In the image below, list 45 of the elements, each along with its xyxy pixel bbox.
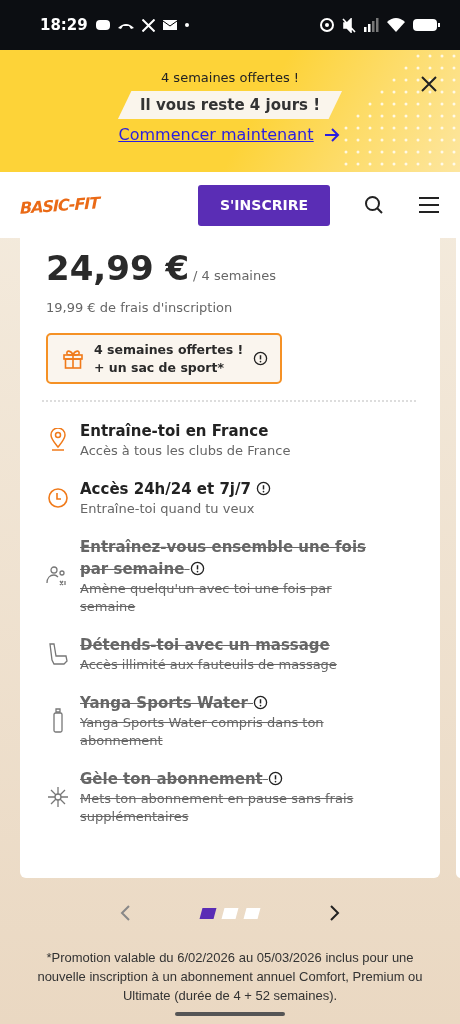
feature-description: Accès à tous les clubs de France [80, 442, 292, 460]
info-icon[interactable] [189, 561, 205, 576]
info-icon[interactable] [253, 695, 269, 710]
offer-extra: + un sac de sport* [94, 360, 226, 375]
signal-icon [364, 18, 379, 32]
gift-icon [62, 347, 84, 370]
menu-button[interactable] [418, 196, 440, 214]
promo-title: 4 semaines offertes ! [160, 70, 299, 85]
feature-description: Yanga Sports Water compris dans ton abonnement [80, 714, 325, 750]
feature-description: Entraîne-toi quand tu veux [80, 500, 256, 518]
feature-title: Entraînez-vous ensemble une fois par semaine [80, 537, 367, 580]
info-icon[interactable] [268, 771, 283, 786]
target-icon [320, 18, 334, 32]
start-now-link[interactable]: Commencer maintenant [118, 125, 342, 144]
feature-title: Gèle ton abonnement [80, 768, 370, 790]
status-time: 18:29 [40, 16, 88, 34]
signup-button[interactable]: S'INSCRIRE [198, 184, 330, 226]
previous-button[interactable] [119, 904, 131, 922]
mail-icon [162, 20, 177, 30]
logo[interactable]: BASIC-FIT [20, 192, 100, 218]
next-button[interactable] [329, 904, 341, 922]
promotion-footnote: *Promotion valable du 6/02/2026 au 05/03/2026 inclus pour une nouvelle inscription à un abonnement annuel Comfort, Premium ou Ultimate (durée de 4 + 52 semaines). [36, 949, 424, 1005]
x-icon [141, 18, 155, 32]
dot-icon [184, 23, 189, 27]
mute-icon [342, 17, 356, 33]
countdown-tag: Il vous reste 4 jours ! [117, 91, 343, 119]
feature-title: Accès 24h/24 et 7j/7 [80, 478, 370, 500]
feature-description: Amène quelqu'un avec toi une fois par semaine [80, 580, 333, 616]
feature-title: Yanga Sports Water [80, 692, 370, 714]
feature-title: Entraîne-toi en France [80, 421, 270, 442]
price-period: / 4 semaines [193, 268, 276, 283]
battery-icon [413, 19, 440, 31]
price: 24,99 € [46, 248, 190, 288]
offer-title: 4 semaines offertes ! [94, 342, 244, 357]
feature-description: Accès illimité aux fauteuils de massage [80, 656, 338, 674]
arrow-right-icon [323, 126, 342, 143]
registration-fee: 19,99 € de frais d'inscription [46, 300, 234, 315]
phone-icon [117, 21, 134, 29]
page-indicator[interactable] [199, 907, 217, 919]
info-icon[interactable] [253, 351, 269, 366]
info-icon[interactable] [256, 481, 272, 496]
feature-title: Détends-toi avec un massage [80, 635, 331, 656]
feature-description: Mets ton abonnement en pause sans frais supplémentaires [80, 790, 355, 826]
search-button[interactable] [364, 195, 384, 215]
wifi-icon [387, 18, 405, 32]
